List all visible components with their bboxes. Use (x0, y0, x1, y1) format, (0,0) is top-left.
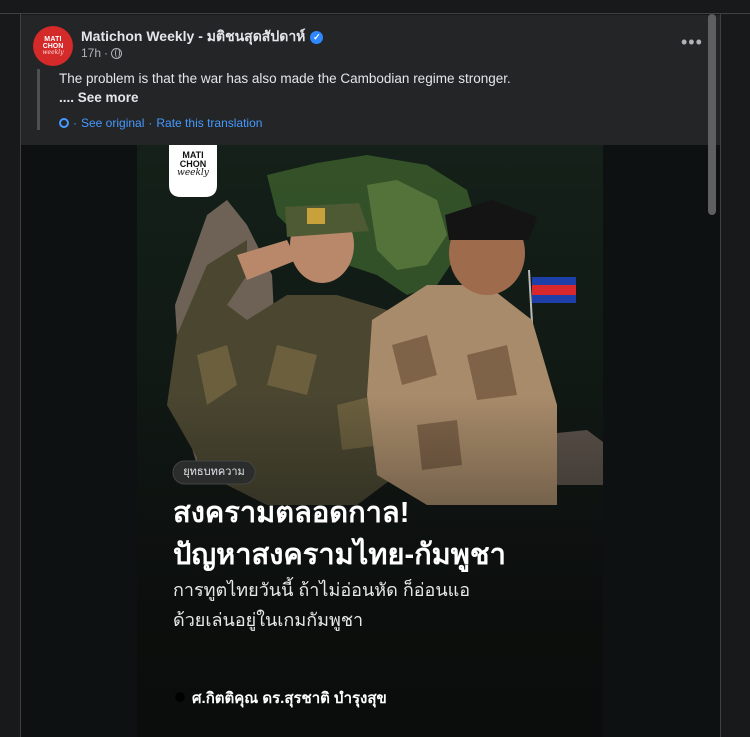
verified-badge-icon: ✓ (310, 30, 324, 44)
poster-subtitle-2: ด้วยเล่นอยู่ในเกมกัมพูชา (173, 610, 364, 630)
avatar-text-line3: weekly (42, 49, 64, 56)
caption-text: The problem is that the war has also mad… (59, 71, 511, 86)
flag-stripe-bottom (532, 295, 576, 303)
poster-logo: MATI CHON weekly (169, 151, 217, 178)
meta-separator: · (104, 46, 109, 60)
poster-headline-1: สงครามตลอดกาล! (173, 497, 410, 529)
poster-subtitle-1: การทูตไทยวันนี้ ถ้าไม่อ่อนหัด ก็อ่อนแอ (173, 580, 471, 600)
see-original-link[interactable]: See original (81, 116, 144, 130)
translated-caption: The problem is that the war has also mad… (37, 69, 637, 130)
translate-icon (59, 118, 69, 128)
poster-author: ศ.กิตติคุณ ดร.สุรชาติ บำรุงสุข (192, 690, 387, 707)
card-right-border (720, 14, 721, 737)
flag-stripe-middle (532, 285, 576, 295)
poster-artwork (137, 145, 603, 737)
post-card: MATI CHON weekly Matichon Weekly - มติชน… (21, 15, 720, 737)
poster-tag: ยุทธบทความ (183, 466, 245, 478)
links-dot-1: · (73, 116, 77, 130)
translation-links: · See original · Rate this translation (59, 116, 637, 130)
rate-translation-link[interactable]: Rate this translation (156, 116, 262, 130)
soldier-left-cap (285, 203, 369, 237)
author-dot (175, 692, 185, 702)
page-avatar[interactable]: MATI CHON weekly (33, 26, 73, 66)
post-meta: 17h · (81, 46, 123, 60)
scrollbar-thumb[interactable] (708, 14, 716, 215)
page-name-link[interactable]: Matichon Weekly - มติชนสุดสัปดาห์ ✓ (81, 26, 324, 48)
flag-stripe-top (532, 277, 576, 285)
poster-logo-line3: weekly (177, 168, 209, 178)
post-time[interactable]: 17h (81, 46, 101, 60)
more-options-icon[interactable]: ••• (681, 33, 703, 51)
cap-badge-left (307, 208, 325, 224)
see-more-link[interactable]: .... See more (59, 88, 637, 107)
globe-icon (111, 47, 123, 59)
avatar-text-line1: MATI (44, 36, 62, 43)
post-header: MATI CHON weekly Matichon Weekly - มติชน… (21, 15, 720, 145)
post-media[interactable]: MATI CHON weekly ยุทธบทความ สงครามตลอดกา… (21, 145, 720, 737)
links-dot-2: · (148, 116, 153, 130)
poster-headline-2: ปัญหาสงครามไทย-กัมพูชา (173, 539, 506, 571)
page-name: Matichon Weekly - มติชนสุดสัปดาห์ (81, 28, 306, 44)
window-top-edge (0, 0, 750, 14)
poster-image[interactable]: MATI CHON weekly ยุทธบทความ สงครามตลอดกา… (137, 145, 603, 737)
